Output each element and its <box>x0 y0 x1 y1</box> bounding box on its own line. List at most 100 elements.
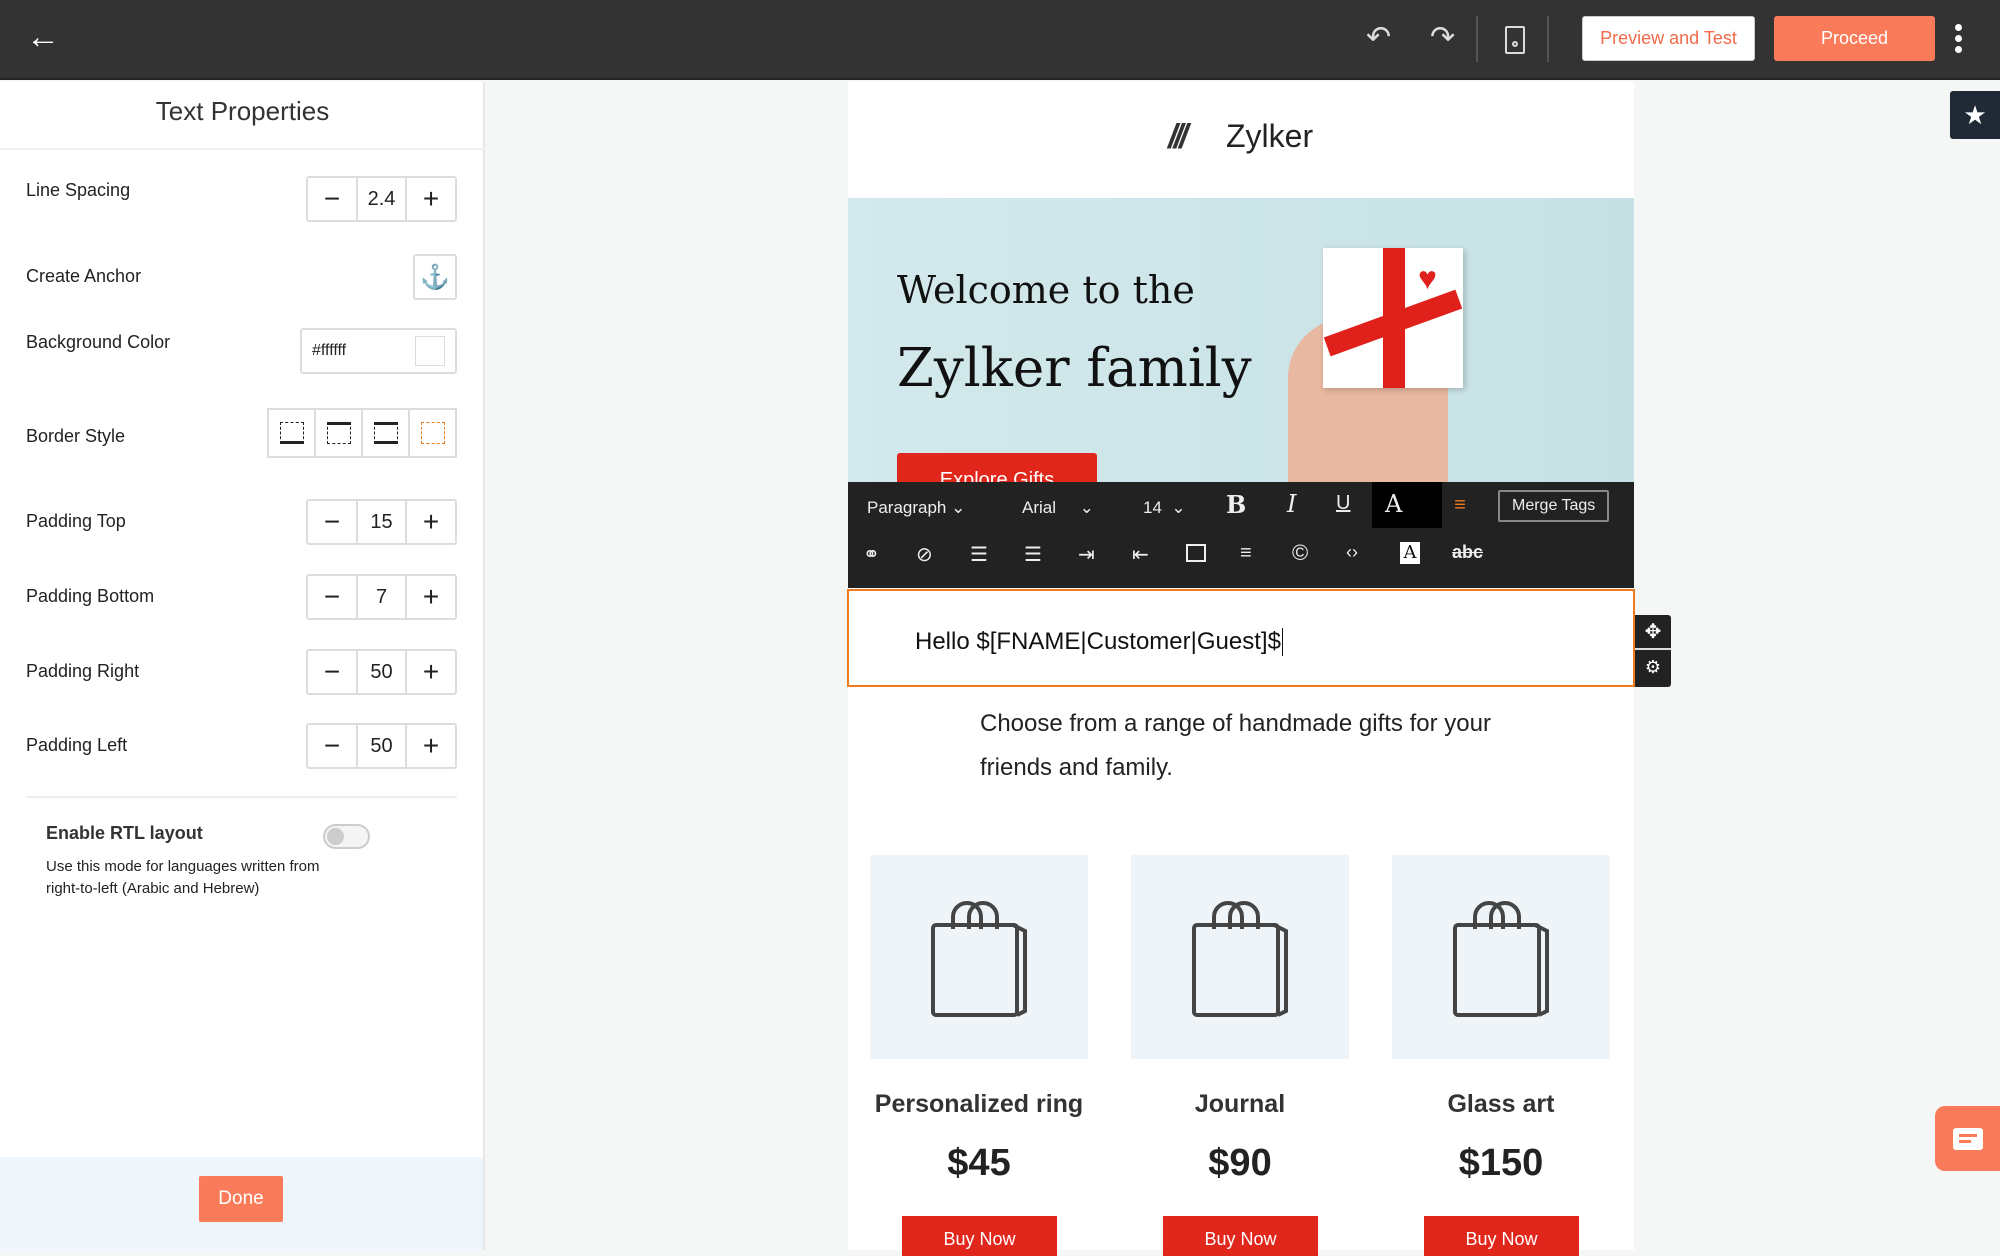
shopping-bag-icon <box>931 901 1027 1017</box>
decrement-button[interactable]: − <box>308 725 356 767</box>
padding-top-label: Padding Top <box>26 511 126 531</box>
explore-gifts-button[interactable]: Explore Gifts <box>897 453 1097 482</box>
underline-button[interactable]: U <box>1336 492 1350 515</box>
code-icon[interactable]: ‹› <box>1346 542 1358 563</box>
background-color-input[interactable]: #ffffff <box>300 328 457 374</box>
divider <box>1547 16 1549 62</box>
move-icon[interactable]: ✥ <box>1635 615 1671 650</box>
divider <box>1476 16 1478 62</box>
font-dropdown[interactable]: Arial ⌄ <box>1022 498 1094 518</box>
panel-title: Text Properties <box>155 96 330 126</box>
greeting-text[interactable]: Hello $[FNAME|Customer|Guest]$ <box>915 628 1283 656</box>
preview-and-test-button[interactable]: Preview and Test <box>1582 16 1755 61</box>
favorite-star-button[interactable]: ★ <box>1950 91 2000 139</box>
increment-button[interactable]: + <box>407 576 455 618</box>
block-tools: ✥ ⚙ <box>1635 615 1671 687</box>
anchor-button[interactable]: ⚓ <box>413 254 457 300</box>
indent-icon[interactable]: ⇥ <box>1078 542 1095 567</box>
decrement-button[interactable]: − <box>308 576 356 618</box>
selected-text-block[interactable]: Hello $[FNAME|Customer|Guest]$ <box>847 589 1635 687</box>
hero-banner: Welcome to the Zylker family Explore Gif… <box>848 198 1634 482</box>
block-type-value: Paragraph <box>867 498 947 517</box>
rtl-label: Enable RTL layout <box>46 823 203 843</box>
padding-bottom-input[interactable]: 7 <box>356 576 407 618</box>
product-price: $90 <box>1208 1142 1272 1184</box>
border-bottom-option[interactable] <box>269 410 316 456</box>
product-name: Personalized ring <box>874 1090 1084 1118</box>
undo-icon[interactable]: ↶ <box>1366 20 1391 55</box>
chat-button[interactable] <box>1935 1106 2000 1171</box>
divider <box>26 796 457 798</box>
product-name: Glass art <box>1447 1090 1555 1118</box>
border-none-option[interactable] <box>410 410 455 456</box>
line-spacing-input[interactable]: 2.4 <box>356 178 407 220</box>
proceed-button[interactable]: Proceed <box>1774 16 1935 61</box>
anchor-icon: ⚓ <box>420 263 450 291</box>
line-height-icon[interactable]: ≡ <box>1240 542 1252 565</box>
decrement-button[interactable]: − <box>308 178 356 220</box>
hero-title: Welcome to the <box>897 268 1195 312</box>
padding-right-input[interactable]: 50 <box>356 651 407 693</box>
color-swatch[interactable] <box>415 336 445 366</box>
settings-gear-icon[interactable]: ⚙ <box>1635 650 1671 685</box>
background-color-label: Background Color <box>26 332 171 352</box>
increment-button[interactable]: + <box>407 651 455 693</box>
rtl-description: right-to-left (Arabic and Hebrew) <box>46 880 260 897</box>
numbered-list-icon[interactable]: ☰ <box>1024 542 1042 567</box>
outdent-icon[interactable]: ⇤ <box>1132 542 1149 567</box>
chevron-down-icon: ⌄ <box>1171 498 1186 517</box>
padding-left-input[interactable]: 50 <box>356 725 407 767</box>
border-top-option[interactable] <box>316 410 363 456</box>
increment-button[interactable]: + <box>407 501 455 543</box>
email-header: /// Zylker <box>848 82 1634 198</box>
border-top-bottom-option[interactable] <box>363 410 410 456</box>
background-color-icon[interactable]: A <box>1400 542 1420 564</box>
bold-button[interactable]: B <box>1226 490 1246 519</box>
padding-right-label: Padding Right <box>26 661 140 681</box>
copyright-icon[interactable]: © <box>1292 540 1308 566</box>
italic-button[interactable]: I <box>1287 490 1296 518</box>
buy-now-button[interactable]: Buy Now <box>1424 1216 1579 1256</box>
line-spacing-stepper: −2.4 + <box>306 176 457 222</box>
font-color-button[interactable]: A <box>1385 490 1402 518</box>
rtl-toggle[interactable] <box>323 824 370 849</box>
more-options-icon[interactable] <box>1955 24 1963 53</box>
padding-left-label: Padding Left <box>26 735 128 755</box>
padding-bottom-stepper: −7 + <box>306 574 457 620</box>
zylker-logo-icon: /// <box>1168 118 1188 156</box>
padding-right-stepper: −50 + <box>306 649 457 695</box>
color-value: #ffffff <box>312 342 347 359</box>
panel-footer: Done <box>0 1157 483 1250</box>
decrement-button[interactable]: − <box>308 501 356 543</box>
back-arrow-icon[interactable]: ← <box>26 18 60 57</box>
image-icon[interactable] <box>1186 544 1206 562</box>
link-icon[interactable]: ⚭ <box>863 542 880 567</box>
shopping-bag-icon <box>1192 901 1288 1017</box>
unlink-icon[interactable]: ⊘ <box>916 542 933 567</box>
align-icon[interactable]: ≡ <box>1442 482 1478 528</box>
bullet-list-icon[interactable]: ☰ <box>970 542 988 567</box>
rtl-description: Use this mode for languages written from <box>46 858 320 875</box>
block-type-dropdown[interactable]: Paragraph ⌄ <box>867 498 965 518</box>
padding-top-input[interactable]: 15 <box>356 501 407 543</box>
buy-now-button[interactable]: Buy Now <box>1163 1216 1318 1256</box>
intro-text: Choose from a range of handmade gifts fo… <box>980 710 1491 737</box>
redo-icon[interactable]: ↷ <box>1430 20 1455 55</box>
border-style-options <box>267 408 457 458</box>
decrement-button[interactable]: − <box>308 651 356 693</box>
increment-button[interactable]: + <box>407 725 455 767</box>
font-size-dropdown[interactable]: 14 ⌄ <box>1143 498 1186 518</box>
strikethrough-button[interactable]: abc <box>1452 542 1483 563</box>
buy-now-button[interactable]: Buy Now <box>902 1216 1057 1256</box>
product-price: $150 <box>1458 1142 1544 1184</box>
padding-top-stepper: −15 + <box>306 499 457 545</box>
product-image <box>1392 855 1610 1059</box>
product-price: $45 <box>947 1142 1011 1184</box>
save-icon[interactable] <box>1505 26 1525 54</box>
chevron-down-icon: ⌄ <box>1079 498 1094 517</box>
intro-text: friends and family. <box>980 754 1173 781</box>
merge-tags-button[interactable]: Merge Tags <box>1498 490 1610 522</box>
line-spacing-label: Line Spacing <box>26 180 131 200</box>
increment-button[interactable]: + <box>407 178 455 220</box>
done-button[interactable]: Done <box>199 1176 283 1222</box>
